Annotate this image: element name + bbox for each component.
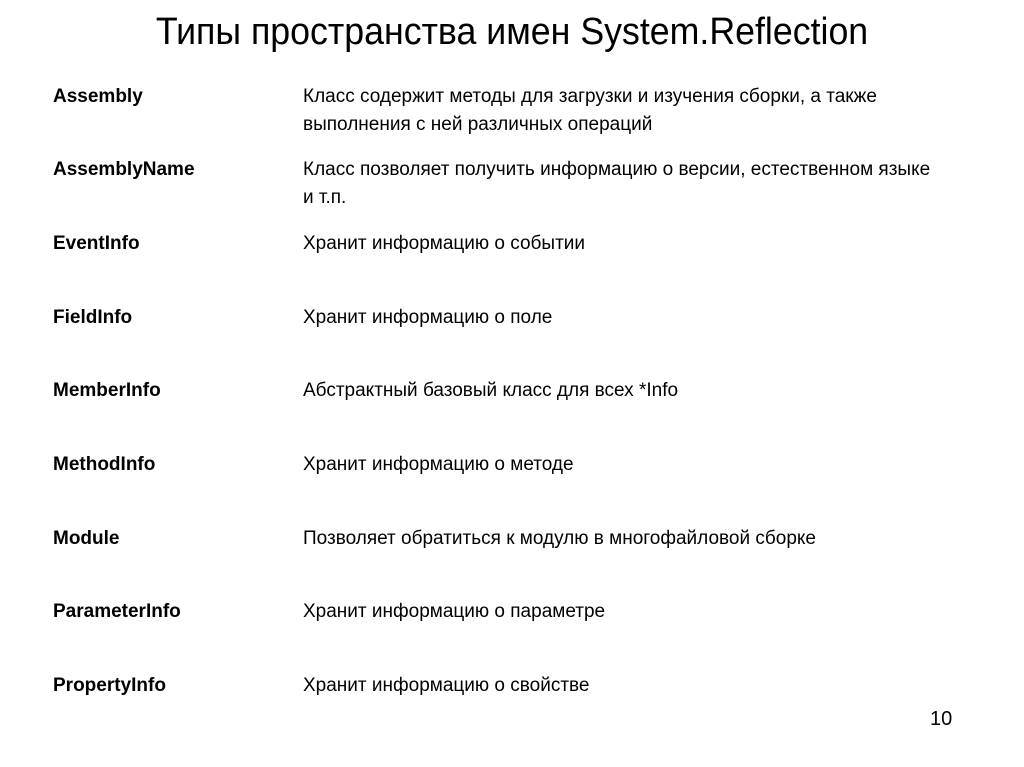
page-number: 10 bbox=[930, 708, 953, 730]
type-description: Абстрактный базовый класс для всех *Info bbox=[303, 380, 679, 401]
type-name: AssemblyName bbox=[53, 159, 195, 180]
type-description: Хранит информацию о свойстве bbox=[303, 675, 590, 696]
type-description: Позволяет обратиться к модулю в многофай… bbox=[303, 528, 816, 549]
type-name: MethodInfo bbox=[53, 454, 156, 475]
type-name: ParameterInfo bbox=[53, 601, 181, 622]
type-description: Класс позволяет получить информацию о ве… bbox=[303, 159, 931, 208]
type-name: Module bbox=[53, 528, 120, 549]
type-name: FieldInfo bbox=[53, 307, 133, 328]
type-description: Класс содержит методы для загрузки и изу… bbox=[303, 86, 877, 135]
slide-title: Типы пространства имен System.Reflection bbox=[155, 11, 869, 53]
type-description: Хранит информацию о параметре bbox=[303, 601, 606, 622]
type-description: Хранит информацию о событии bbox=[303, 233, 586, 254]
type-name: Assembly bbox=[53, 86, 143, 107]
type-description: Хранит информацию о поле bbox=[303, 307, 553, 328]
type-name: PropertyInfo bbox=[53, 675, 166, 696]
type-name: MemberInfo bbox=[53, 380, 161, 401]
type-description: Хранит информацию о методе bbox=[303, 454, 574, 475]
type-name: EventInfo bbox=[53, 233, 140, 254]
